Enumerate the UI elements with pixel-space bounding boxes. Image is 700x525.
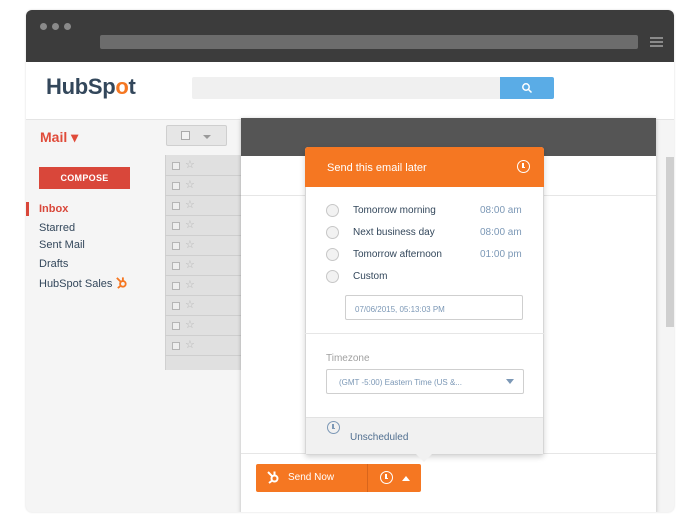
checkbox-icon[interactable] [172, 342, 180, 350]
radio-custom[interactable] [326, 270, 339, 283]
hubspot-sprocket-icon [116, 277, 128, 289]
search-input[interactable] [192, 77, 502, 99]
timezone-label: Timezone [326, 353, 370, 364]
custom-datetime-input[interactable]: 07/06/2015, 05:13:03 PM [345, 295, 523, 320]
popup-divider [305, 333, 544, 334]
popup-caret [416, 454, 432, 462]
star-icon[interactable]: ☆ [185, 318, 195, 331]
table-row[interactable]: ☆ [165, 316, 241, 336]
table-row[interactable]: ☆ [165, 156, 241, 176]
hubspot-logo: HubSpot [46, 74, 136, 99]
hubspot-sprocket-icon [267, 471, 279, 484]
send-divider [367, 464, 368, 492]
sidebar-item-inbox[interactable]: Inbox [39, 203, 68, 215]
window-dot-icon[interactable] [40, 23, 47, 30]
chevron-down-icon [203, 135, 211, 139]
scrollbar[interactable] [666, 157, 674, 327]
star-icon[interactable]: ☆ [185, 338, 195, 351]
compose-button[interactable]: COMPOSE [39, 167, 130, 189]
star-icon[interactable]: ☆ [185, 158, 195, 171]
sidebar-item-drafts[interactable]: Drafts [39, 258, 68, 270]
checkbox-icon[interactable] [172, 222, 180, 230]
option-time: 01:00 pm [480, 249, 522, 260]
option-time: 08:00 am [480, 227, 522, 238]
option-label[interactable]: Next business day [353, 227, 435, 238]
timezone-select[interactable]: (GMT -5:00) Eastern Time (US &... [326, 369, 524, 394]
table-row[interactable]: ☆ [165, 236, 241, 256]
window-dot-icon[interactable] [52, 23, 59, 30]
hamburger-menu-icon[interactable] [650, 37, 663, 39]
star-icon[interactable]: ☆ [185, 218, 195, 231]
star-icon[interactable]: ☆ [185, 298, 195, 311]
checkbox-icon[interactable] [172, 202, 180, 210]
star-icon[interactable]: ☆ [185, 258, 195, 271]
sidebar-item-starred[interactable]: Starred [39, 222, 75, 234]
sidebar-item-sent-mail[interactable]: Sent Mail [39, 239, 85, 251]
radio-next-business-day[interactable] [326, 226, 339, 239]
search-icon [522, 83, 533, 94]
popup-footer [306, 417, 543, 454]
table-row[interactable]: ☆ [165, 176, 241, 196]
option-label[interactable]: Tomorrow afternoon [353, 249, 442, 260]
send-now-button[interactable] [256, 464, 421, 492]
checkbox-icon[interactable] [172, 162, 180, 170]
star-icon[interactable]: ☆ [185, 238, 195, 251]
table-row[interactable]: ☆ [165, 196, 241, 216]
schedule-clock-button[interactable] [380, 471, 393, 484]
checkbox-icon[interactable] [172, 302, 180, 310]
unscheduled-label: Unscheduled [350, 432, 409, 443]
select-all-dropdown[interactable] [166, 125, 227, 146]
send-now-label[interactable]: Send Now [288, 472, 334, 483]
star-icon[interactable]: ☆ [185, 178, 195, 191]
checkbox-icon[interactable] [172, 242, 180, 250]
inbox-active-marker [26, 202, 29, 216]
option-time: 08:00 am [480, 205, 522, 216]
checkbox-icon[interactable] [172, 282, 180, 290]
mail-dropdown[interactable]: Mail ▾ [40, 129, 78, 146]
option-label[interactable]: Tomorrow morning [353, 205, 436, 216]
checkbox-icon[interactable] [172, 322, 180, 330]
option-label[interactable]: Custom [353, 271, 387, 282]
clock-icon [517, 160, 530, 173]
clock-icon [327, 421, 340, 434]
browser-window: HubSpot Mail ▾ COMPOSE Inbox Starred Sen… [26, 10, 674, 512]
checkbox-icon[interactable] [172, 262, 180, 270]
search-button[interactable] [500, 77, 554, 99]
table-row[interactable]: ☆ [165, 216, 241, 236]
table-row[interactable]: ☆ [165, 296, 241, 316]
chevron-up-icon[interactable] [402, 476, 410, 481]
schedule-popup-title: Send this email later [327, 162, 427, 174]
table-row[interactable]: ☆ [165, 336, 241, 356]
chevron-down-icon[interactable] [506, 379, 514, 384]
sidebar-item-hubspot-sales[interactable]: HubSpot Sales [39, 276, 128, 290]
window-dot-icon[interactable] [64, 23, 71, 30]
table-row[interactable]: ☆ [165, 256, 241, 276]
star-icon[interactable]: ☆ [185, 278, 195, 291]
table-row[interactable]: ☆ [165, 276, 241, 296]
address-bar[interactable] [100, 35, 638, 49]
checkbox-icon[interactable] [172, 182, 180, 190]
radio-tomorrow-morning[interactable] [326, 204, 339, 217]
radio-tomorrow-afternoon[interactable] [326, 248, 339, 261]
star-icon[interactable]: ☆ [185, 198, 195, 211]
checkbox-icon [181, 131, 190, 140]
